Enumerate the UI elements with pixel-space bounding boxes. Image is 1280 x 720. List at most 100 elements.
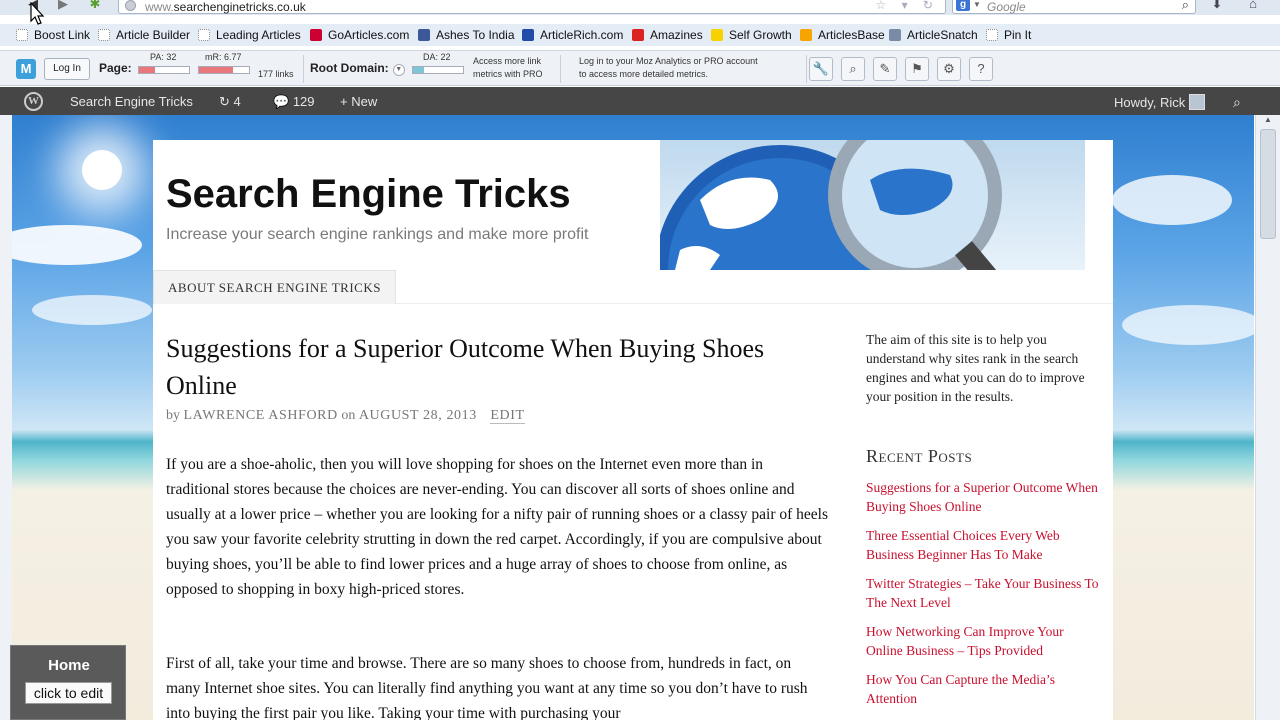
sun-decoration [82, 150, 122, 190]
search-icon[interactable]: ⌕ [841, 57, 865, 81]
recent-post-link[interactable]: How You Can Capture the Media’s Attentio… [866, 670, 1102, 708]
bookmark-item[interactable]: Pin It [986, 28, 1031, 42]
url-text: www.searchenginetricks.co.uk [145, 0, 306, 14]
post-date-link[interactable]: AUGUST 28, 2013 [359, 408, 477, 423]
chevron-down-icon[interactable]: ▼ [392, 64, 405, 76]
page-icon [986, 29, 998, 41]
bookmark-item[interactable]: Boost Link [16, 28, 90, 42]
bookmark-item[interactable]: Self Growth [711, 28, 792, 42]
moz-logo-icon[interactable]: M [16, 59, 36, 79]
recent-posts-list: Suggestions for a Superior Outcome When … [866, 478, 1102, 718]
page-background: Search Engine Tricks Increase your searc… [12, 115, 1254, 720]
primary-menu: ABOUT SEARCH ENGINE TRICKS [153, 270, 1113, 304]
wrench-icon[interactable]: 🔧 [809, 57, 833, 81]
help-icon[interactable]: ? [969, 57, 993, 81]
bookmark-item[interactable]: Ashes To India [418, 28, 515, 42]
recent-post-link[interactable]: How Networking Can Improve Your Online B… [866, 622, 1102, 660]
page-icon [198, 29, 210, 41]
pencil-icon[interactable]: ✎ [873, 57, 897, 81]
menu-item-about[interactable]: ABOUT SEARCH ENGINE TRICKS [153, 270, 396, 304]
bookmark-star-icon[interactable]: ☆ ▾ ↻ [875, 0, 939, 12]
post-paragraph: First of all, take your time and browse.… [166, 655, 808, 720]
bookmark-item[interactable]: ArticleSnatch [889, 28, 978, 42]
facebook-icon [418, 29, 430, 41]
wp-account[interactable]: Howdy, Rick [1114, 94, 1206, 110]
scrollbar-thumb[interactable] [1260, 129, 1276, 239]
click-to-edit-button[interactable]: click to edit [25, 682, 112, 704]
cloud-decoration [1112, 175, 1232, 225]
mozbar: M Log In Page: PA: 32 mR: 6.77 177 links… [0, 50, 1280, 86]
site-content: Search Engine Tricks Increase your searc… [153, 140, 1113, 720]
page-icon [16, 29, 28, 41]
search-icon[interactable]: ⌕ [1182, 0, 1189, 13]
wp-new[interactable]: + New [340, 94, 377, 109]
bookmark-item[interactable]: GoArticles.com [310, 28, 409, 42]
recent-post-link[interactable]: Three Essential Choices Every Web Busine… [866, 526, 1102, 564]
post-meta: by LAWRENCE ASHFORD on AUGUST 28, 2013 E… [166, 408, 525, 424]
refresh-icon: ↻ [219, 94, 234, 109]
pa-bar [138, 66, 190, 74]
wordpress-logo-icon[interactable]: W [24, 92, 43, 111]
access-note[interactable]: Access more link metrics with PRO [473, 55, 543, 81]
post-author-link[interactable]: LAWRENCE ASHFORD [184, 408, 338, 423]
search-box[interactable]: g ▼ Google ⌕ [952, 0, 1196, 14]
bookmark-item[interactable]: ArticleRich.com [522, 28, 623, 42]
bookmark-item[interactable]: Article Builder [98, 28, 190, 42]
globe-magnifier-illustration [660, 140, 1017, 270]
pa-bar-fill [139, 67, 155, 73]
engine-dropdown-icon[interactable]: ▼ [973, 0, 981, 9]
amazines-icon [632, 29, 644, 41]
articlesbase-icon [800, 29, 812, 41]
google-engine-icon[interactable]: g [956, 0, 970, 11]
home-icon[interactable]: ⌂ [1242, 0, 1264, 14]
download-icon[interactable]: ⬇ [1206, 0, 1228, 14]
forward-arrow-icon[interactable]: ▶ [52, 0, 74, 14]
da-label: DA: 22 [423, 52, 451, 62]
links-count: 177 links [258, 69, 294, 79]
post-title[interactable]: Suggestions for a Superior Outcome When … [166, 330, 826, 404]
page-icon [98, 29, 110, 41]
separator [303, 55, 304, 83]
da-bar [412, 66, 464, 74]
wp-site-name[interactable]: Search Engine Tricks [70, 94, 193, 109]
left-gutter [0, 115, 12, 720]
address-bar[interactable]: www.searchenginetricks.co.uk ☆ ▾ ↻ [118, 0, 946, 14]
bookmark-item[interactable]: Leading Articles [198, 28, 301, 42]
bookmark-item[interactable]: Amazines [632, 28, 703, 42]
recent-posts-heading: Recent Posts [866, 446, 973, 466]
separator [560, 55, 561, 83]
root-domain-label: Root Domain: ▼ [310, 61, 405, 76]
goarticles-icon [310, 29, 322, 41]
wp-comments[interactable]: 💬 129 [273, 94, 315, 110]
avatar [1189, 94, 1206, 110]
login-note[interactable]: Log in to your Moz Analytics or PRO acco… [579, 55, 758, 81]
home-widget-title: Home [48, 657, 90, 674]
addon-puzzle-icon[interactable]: ✱ [84, 0, 106, 14]
moz-login-button[interactable]: Log In [44, 58, 90, 80]
flag-icon[interactable]: ⚑ [905, 57, 929, 81]
mr-label: mR: 6.77 [205, 52, 242, 62]
recent-post-link[interactable]: Suggestions for a Superior Outcome When … [866, 478, 1102, 516]
mouse-cursor-icon [30, 2, 45, 25]
articlerich-icon [522, 29, 534, 41]
edit-post-link[interactable]: EDIT [490, 408, 525, 424]
site-description: Increase your search engine rankings and… [166, 226, 589, 243]
bookmark-item[interactable]: ArticlesBase [800, 28, 885, 42]
sun-icon [711, 29, 723, 41]
pa-label: PA: 32 [150, 52, 177, 62]
vertical-scrollbar[interactable]: ▲ [1255, 115, 1280, 720]
wp-updates[interactable]: ↻ 4 [219, 94, 241, 110]
search-icon[interactable]: ⌕ [1233, 94, 1241, 111]
mr-bar-fill [199, 67, 233, 73]
scroll-up-arrow-icon[interactable]: ▲ [1259, 115, 1277, 127]
cloud-decoration [1122, 305, 1254, 345]
gear-icon[interactable]: ⚙ [937, 57, 961, 81]
site-identity-icon[interactable] [125, 0, 136, 11]
plus-icon: + [340, 94, 352, 109]
da-bar-fill [413, 67, 424, 73]
recent-post-link[interactable]: Twitter Strategies – Take Your Business … [866, 574, 1102, 612]
page-label: Page: [99, 61, 132, 75]
separator [806, 55, 807, 83]
header-image [660, 140, 1085, 270]
site-title[interactable]: Search Engine Tricks [166, 172, 571, 217]
